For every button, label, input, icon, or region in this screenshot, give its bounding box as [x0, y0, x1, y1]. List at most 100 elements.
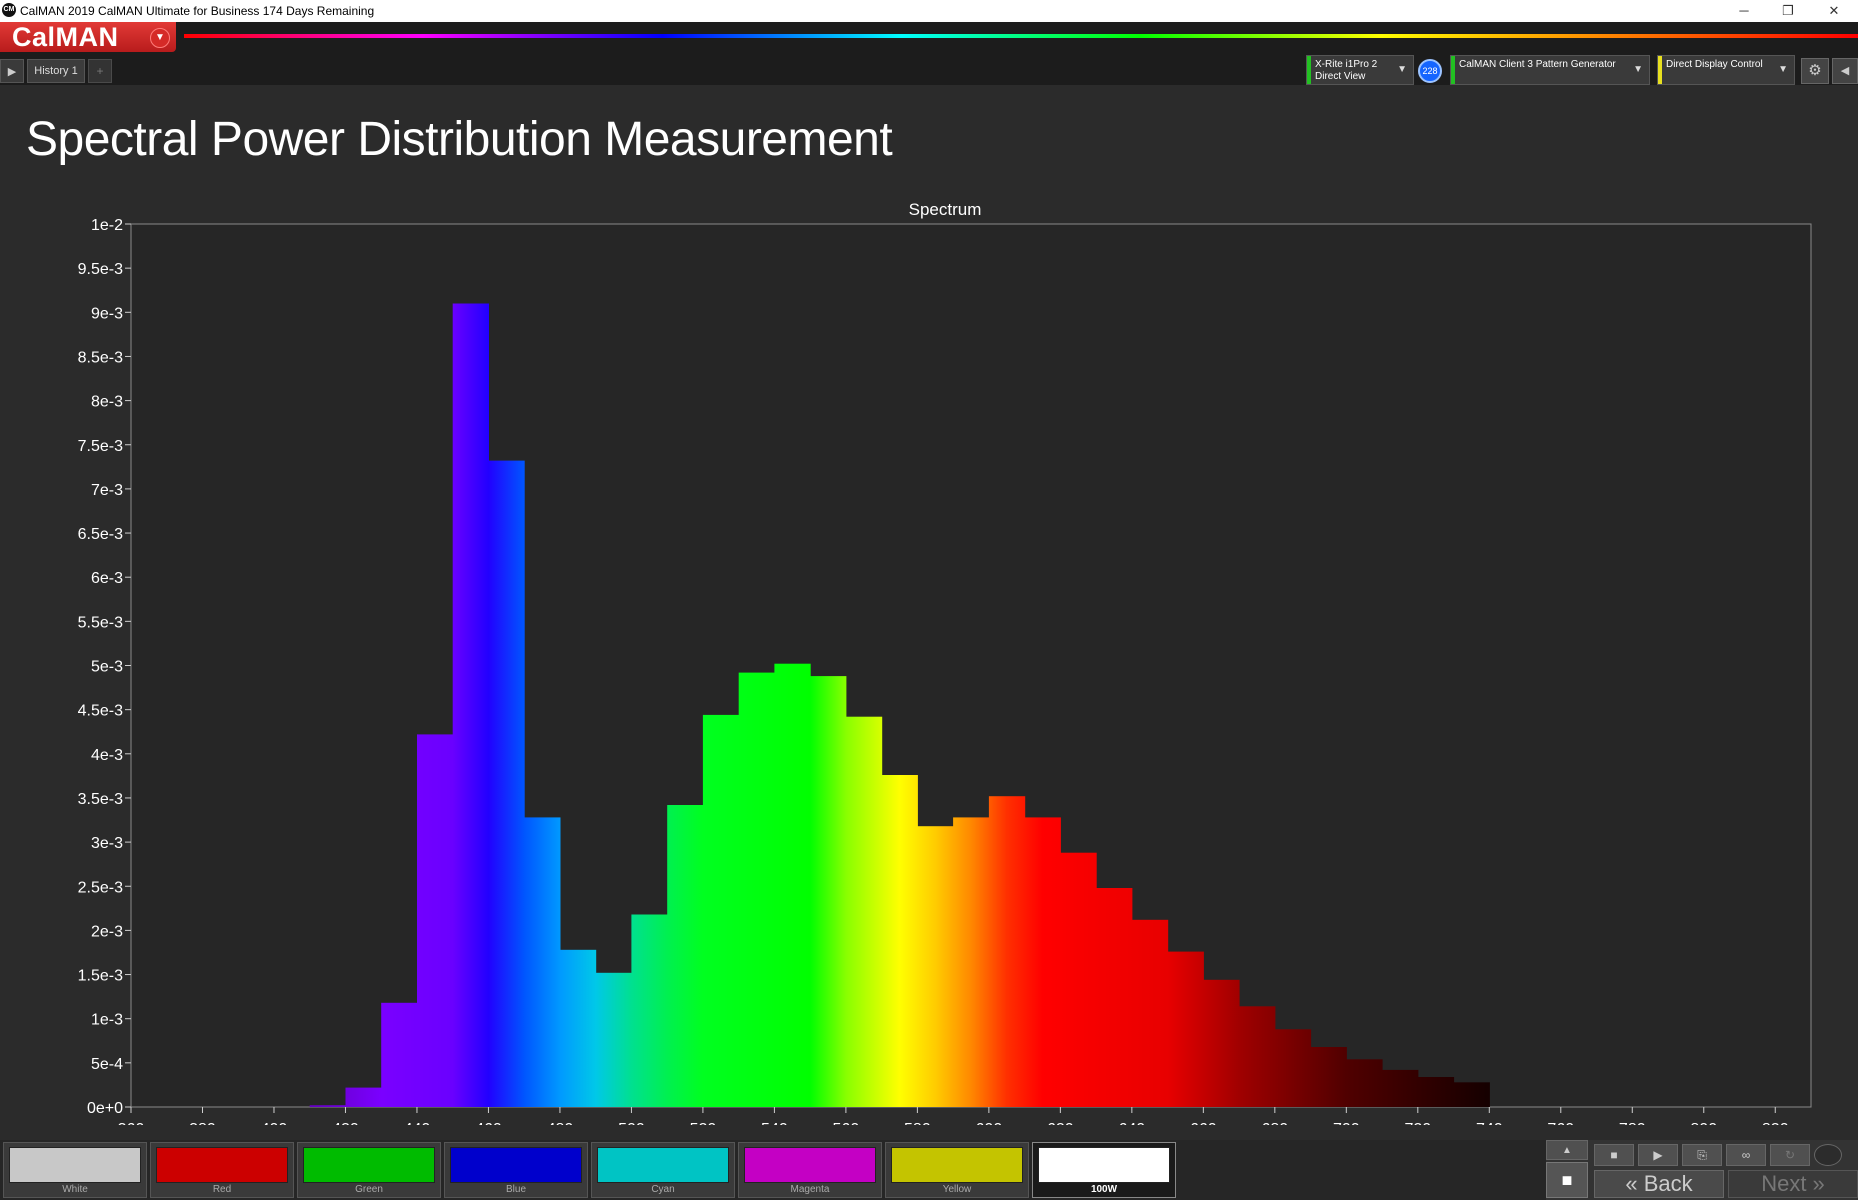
add-tab-button[interactable]: +	[88, 59, 112, 83]
x-tick-label: 800	[1690, 1121, 1717, 1125]
spectrum-bar	[488, 460, 525, 1108]
spectrum-bar	[1274, 1029, 1312, 1107]
tab-history-1[interactable]: History 1	[27, 59, 85, 83]
y-tick-label: 6.5e-3	[78, 526, 123, 543]
swatch-label: 100W	[1090, 1184, 1118, 1195]
restore-button[interactable]: ❐	[1766, 0, 1810, 22]
spectrum-bar	[631, 914, 668, 1107]
swatch-red[interactable]: Red	[150, 1142, 294, 1198]
spectrum-bar	[1131, 919, 1169, 1107]
close-button[interactable]: ✕	[1812, 0, 1856, 22]
stop-small-icon[interactable]: ■	[1594, 1144, 1634, 1166]
minimize-button[interactable]: ─	[1722, 0, 1766, 22]
chevron-down-icon: ▼	[150, 28, 170, 48]
x-tick-label: 780	[1619, 1121, 1646, 1125]
loop-icon[interactable]: ∞	[1726, 1144, 1766, 1166]
y-tick-label: 2e-3	[91, 923, 123, 940]
y-tick-label: 8.5e-3	[78, 349, 123, 366]
spectrum-bar	[845, 716, 883, 1107]
status-indicator-icon	[1814, 1144, 1842, 1166]
gear-icon[interactable]: ⚙	[1801, 58, 1829, 84]
y-tick-label: 7e-3	[91, 482, 123, 499]
refresh-icon[interactable]: ↻	[1770, 1144, 1810, 1166]
swatch-label: Magenta	[790, 1184, 830, 1195]
y-tick-label: 8e-3	[91, 394, 123, 411]
spectrum-bar	[953, 817, 990, 1107]
x-tick-label: 560	[833, 1121, 860, 1125]
swatch-label: Blue	[505, 1184, 526, 1195]
swatch-color-chip	[450, 1147, 582, 1183]
spectrum-bar	[702, 714, 740, 1107]
chevron-down-icon: ▼	[1397, 64, 1407, 75]
spectrum-bar	[667, 805, 704, 1107]
pattern-generator-selector[interactable]: CalMAN Client 3 Pattern Generator ▼	[1450, 55, 1650, 85]
swatch-green[interactable]: Green	[297, 1142, 441, 1198]
x-tick-label: 600	[976, 1121, 1003, 1125]
spectrum-bar	[1167, 951, 1204, 1107]
y-tick-label: 7.5e-3	[78, 438, 123, 455]
spectrum-bar	[1346, 1059, 1383, 1107]
back-button[interactable]: « Back	[1594, 1170, 1724, 1198]
swatch-color-chip	[156, 1147, 288, 1183]
swatch-label: Yellow	[942, 1184, 972, 1195]
y-tick-label: 9.5e-3	[78, 261, 123, 278]
save-icon[interactable]: ⎘	[1682, 1144, 1722, 1166]
spectrum-chart: 0e+0 5e-4 1e-3 1.5e-3 2e-3 2.5e-3 3e-3 3.5e-3 4e…	[78, 217, 1812, 1125]
y-tick-label: 3.5e-3	[78, 791, 123, 808]
spectrum-bar	[1060, 852, 1097, 1107]
y-tick-label: 9e-3	[91, 305, 123, 322]
y-tick-label: 4e-3	[91, 747, 123, 764]
spectrum-bar	[524, 817, 561, 1107]
x-tick-label: 500	[618, 1121, 645, 1125]
app-icon: CM	[2, 3, 16, 17]
page-title: Spectral Power Distribution Measurement	[26, 113, 893, 166]
window-title: CalMAN 2019 CalMAN Ultimate for Business…	[20, 4, 375, 18]
swatch-magenta[interactable]: Magenta	[738, 1142, 882, 1198]
meter-selector[interactable]: X-Rite i1Pro 2 Direct View ▼	[1306, 55, 1414, 85]
swatch-color-chip	[597, 1147, 729, 1183]
y-tick-label: 3e-3	[91, 835, 123, 852]
next-button[interactable]: Next »	[1728, 1170, 1858, 1198]
swatch-label: White	[62, 1184, 88, 1195]
calman-menu-button[interactable]: CalMAN ▼	[0, 22, 176, 52]
y-tick-label: 2.5e-3	[78, 879, 123, 896]
x-tick-label: 380	[189, 1121, 216, 1125]
swatch-white[interactable]: White	[3, 1142, 147, 1198]
x-tick-label: 400	[261, 1121, 288, 1125]
x-tick-label: 760	[1547, 1121, 1574, 1125]
pattern-generator-status-bar	[1451, 56, 1455, 84]
meter-reading-badge[interactable]: 228	[1418, 59, 1442, 83]
y-tick-label: 1.5e-3	[78, 968, 123, 985]
swatch-color-chip	[891, 1147, 1023, 1183]
stop-icon[interactable]: ■	[1546, 1162, 1588, 1198]
spectrum-bar	[381, 1002, 418, 1107]
spectrum-bar	[881, 775, 918, 1107]
swatch-cyan[interactable]: Cyan	[591, 1142, 735, 1198]
spectrum-bar	[774, 663, 811, 1107]
spectrum-bar	[988, 796, 1026, 1107]
display-control-selector[interactable]: Direct Display Control ▼	[1657, 55, 1795, 85]
swatch-yellow[interactable]: Yellow	[885, 1142, 1029, 1198]
spectrum-bar	[1382, 1069, 1419, 1107]
spectrum-bar	[1417, 1077, 1455, 1107]
x-tick-label: 520	[690, 1121, 717, 1125]
y-tick-label: 4.5e-3	[78, 703, 123, 720]
x-tick-label: 420	[332, 1121, 359, 1125]
display-control-status-bar	[1658, 56, 1662, 84]
x-tick-label: 680	[1261, 1121, 1288, 1125]
play-icon[interactable]: ▶	[0, 59, 24, 83]
x-tick-label: 740	[1476, 1121, 1503, 1125]
meter-label: X-Rite i1Pro 2 Direct View	[1315, 59, 1378, 82]
x-tick-label: 440	[404, 1121, 431, 1125]
spectrum-bar	[810, 676, 847, 1107]
y-tick-label: 5.5e-3	[78, 614, 123, 631]
swatch-100w[interactable]: 100W	[1032, 1142, 1176, 1198]
spectrum-bar	[1096, 888, 1133, 1107]
collapse-panel-icon[interactable]: ◀	[1832, 58, 1858, 84]
swatch-color-chip	[303, 1147, 435, 1183]
play-icon[interactable]: ▶	[1638, 1144, 1678, 1166]
spectrum-bar	[1310, 1047, 1347, 1107]
x-tick-label: 640	[1118, 1121, 1145, 1125]
scroll-up-icon[interactable]: ▲	[1546, 1140, 1588, 1160]
swatch-blue[interactable]: Blue	[444, 1142, 588, 1198]
